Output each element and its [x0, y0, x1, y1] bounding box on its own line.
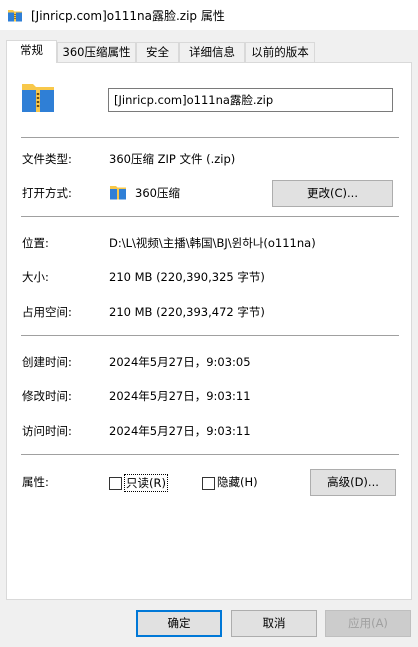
divider	[21, 137, 399, 138]
accessed-value: 2024年5月27日，9:03:11	[109, 424, 251, 438]
size-value: 210 MB (220,390,325 字节)	[109, 270, 265, 284]
size-label: 大小:	[22, 270, 49, 284]
cancel-button[interactable]: 取消	[231, 610, 317, 637]
divider	[21, 335, 399, 336]
tab-general[interactable]: 常规	[6, 40, 57, 63]
hidden-checkbox[interactable]	[202, 477, 215, 490]
modified-label: 修改时间:	[22, 389, 72, 403]
general-panel: [Jinricp.com]o111na露脸.zip 文件类型: 360压缩 ZI…	[6, 62, 412, 600]
location-label: 位置:	[22, 236, 49, 250]
created-value: 2024年5月27日，9:03:05	[109, 355, 251, 369]
file-name-input[interactable]: [Jinricp.com]o111na露脸.zip	[108, 88, 393, 112]
file-type-label: 文件类型:	[22, 152, 72, 166]
hidden-label[interactable]: 隐藏(H)	[217, 474, 258, 490]
attributes-label: 属性:	[22, 475, 49, 489]
modified-value: 2024年5月27日，9:03:11	[109, 389, 251, 403]
open-with-label: 打开方式:	[22, 186, 72, 200]
title-bar[interactable]: [Jinricp.com]o111na露脸.zip 属性	[0, 0, 418, 30]
window-title: [Jinricp.com]o111na露脸.zip 属性	[31, 9, 225, 23]
divider	[21, 216, 399, 217]
readonly-label[interactable]: 只读(R)	[124, 474, 168, 492]
360-compress-icon	[110, 186, 126, 200]
change-button[interactable]: 更改(C)...	[272, 180, 393, 207]
zip-archive-icon	[22, 84, 54, 112]
tab-strip: 常规 360压缩属性 安全 详细信息 以前的版本	[6, 40, 412, 63]
ok-button[interactable]: 确定	[136, 610, 222, 637]
tab-previous-versions[interactable]: 以前的版本	[245, 42, 315, 62]
zip-archive-icon	[8, 10, 22, 22]
location-value: D:\L\视频\主播\韩国\BJ\윈하나(o111na)	[109, 236, 316, 250]
open-with-value: 360压缩	[135, 186, 180, 200]
apply-button[interactable]: 应用(A)	[325, 610, 411, 637]
size-on-disk-label: 占用空间:	[22, 305, 72, 319]
advanced-button[interactable]: 高级(D)...	[310, 469, 396, 496]
divider	[21, 454, 399, 455]
tab-360-compress-properties[interactable]: 360压缩属性	[57, 42, 136, 62]
created-label: 创建时间:	[22, 355, 72, 369]
readonly-checkbox[interactable]	[109, 477, 122, 490]
tab-details[interactable]: 详细信息	[179, 42, 245, 62]
size-on-disk-value: 210 MB (220,393,472 字节)	[109, 305, 265, 319]
accessed-label: 访问时间:	[22, 424, 72, 438]
tab-security[interactable]: 安全	[136, 42, 179, 62]
file-type-value: 360压缩 ZIP 文件 (.zip)	[109, 152, 236, 166]
